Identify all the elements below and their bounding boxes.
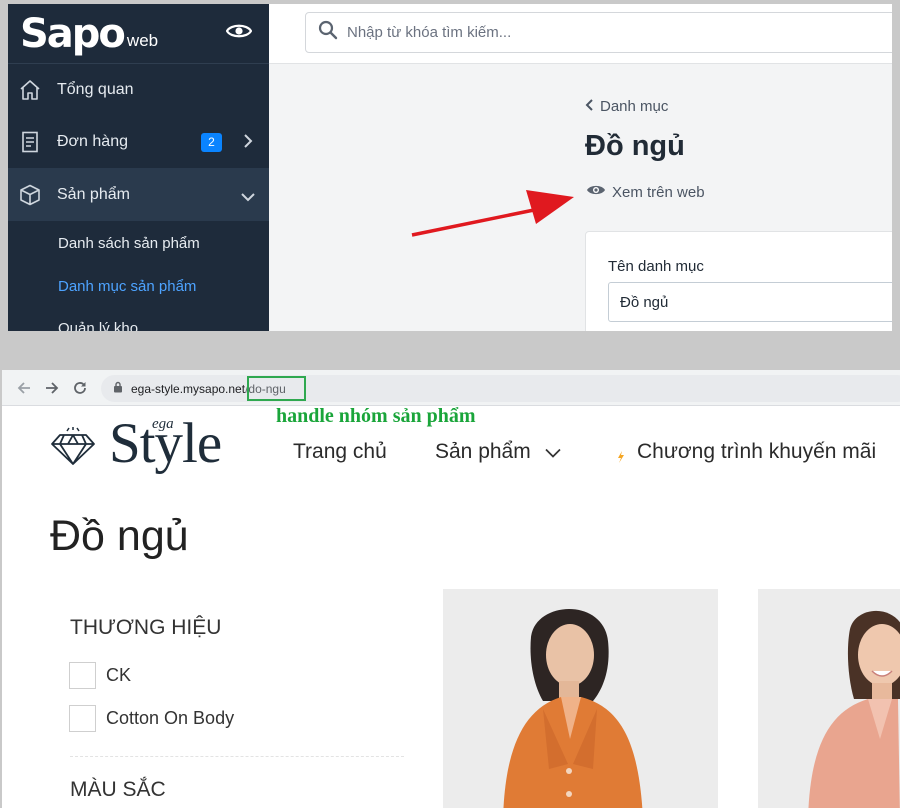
sidebar-item-orders[interactable]: Đơn hàng 2 <box>8 116 269 168</box>
address-bar[interactable]: ega-style.mysapo.net/do-ngu <box>101 375 900 402</box>
menu-products[interactable]: Sản phẩm <box>435 440 561 464</box>
breadcrumb[interactable]: Danh mục <box>585 98 668 115</box>
sidebar-item-label: Sản phẩm <box>57 185 130 203</box>
product-photo-model-pink <box>758 589 900 808</box>
receipt-icon <box>18 130 42 154</box>
lightning-icon <box>616 450 626 469</box>
color-filter-heading: MÀU SẮC <box>70 778 166 801</box>
menu-home[interactable]: Trang chủ <box>293 440 387 464</box>
eye-icon[interactable] <box>225 22 253 45</box>
sidebar-item-overview[interactable]: Tổng quan <box>8 64 269 116</box>
brand-option[interactable]: CK <box>69 662 131 689</box>
category-name-input[interactable] <box>608 282 892 322</box>
handle-highlight-box <box>247 376 306 401</box>
forward-arrow-icon[interactable] <box>42 378 62 398</box>
sidebar-item-label: Tổng quan <box>57 81 134 98</box>
box-icon <box>18 183 42 207</box>
product-image[interactable] <box>758 589 900 808</box>
logo-main-text: Sapo <box>20 10 126 57</box>
view-on-web-link[interactable]: Xem trên web <box>586 183 705 201</box>
order-count-badge: 2 <box>201 132 222 152</box>
product-photo-model-orange <box>443 589 718 808</box>
breadcrumb-label: Danh mục <box>600 98 669 115</box>
filter-divider <box>70 756 404 757</box>
product-image[interactable] <box>443 589 718 808</box>
diamond-icon <box>50 427 96 472</box>
logo-sub-text: web <box>126 30 159 50</box>
search-input[interactable] <box>347 24 747 41</box>
sapo-logo[interactable]: Sapo web <box>20 11 158 57</box>
storefront-panel: ega-style.mysapo.net/do-ngu handle nhóm … <box>2 370 900 808</box>
eye-icon <box>586 183 606 201</box>
sidebar-item-products[interactable]: Sản phẩm <box>8 168 269 221</box>
category-name-label: Tên danh mục <box>608 258 704 275</box>
browser-toolbar: ega-style.mysapo.net/do-ngu <box>2 370 900 406</box>
chevron-left-icon <box>585 98 593 115</box>
sapo-admin-panel: Sapo web Tổng quan Đơn hàng 2 Sản phẩm D… <box>8 4 892 331</box>
logo-ega-text: ega <box>152 416 174 432</box>
sidebar-subitem-product-list[interactable]: Danh sách sản phẩm <box>58 235 200 252</box>
lock-icon <box>113 381 123 396</box>
search-icon <box>318 20 338 45</box>
checkbox[interactable] <box>69 662 96 689</box>
sidebar-header: Sapo web <box>8 4 269 64</box>
brand-option-label: Cotton On Body <box>106 708 235 728</box>
brand-filter-heading: THƯƠNG HIỆU <box>70 616 222 639</box>
chevron-down-icon <box>241 189 255 207</box>
reload-icon[interactable] <box>70 378 90 398</box>
chevron-down-icon <box>545 440 561 464</box>
brand-option[interactable]: Cotton On Body <box>69 705 234 732</box>
url-host: ega-style.mysapo.net <box>131 381 246 396</box>
menu-promotions[interactable]: Chương trình khuyến mãi <box>637 440 876 464</box>
sidebar-subitem-inventory[interactable]: Quản lý kho <box>58 320 138 331</box>
chevron-right-icon <box>243 134 253 153</box>
sidebar-subitem-product-categories[interactable]: Danh mục sản phẩm <box>58 278 196 295</box>
handle-annotation-label: handle nhóm sản phẩm <box>276 405 476 427</box>
checkbox[interactable] <box>69 705 96 732</box>
sidebar-item-label: Đơn hàng <box>57 133 128 150</box>
brand-option-label: CK <box>106 665 132 685</box>
store-logo[interactable]: Style ega <box>50 415 222 472</box>
back-arrow-icon[interactable] <box>14 378 34 398</box>
annotation-arrow <box>411 190 574 237</box>
page-title: Đồ ngủ <box>585 130 685 162</box>
home-icon <box>18 78 42 102</box>
category-card: Tên danh mục <box>585 231 892 331</box>
menu-products-label: Sản phẩm <box>435 440 531 463</box>
sidebar: Sapo web Tổng quan Đơn hàng 2 Sản phẩm D… <box>8 4 269 331</box>
collection-title: Đồ ngủ <box>50 512 189 560</box>
search-box[interactable] <box>305 12 892 53</box>
view-on-web-label: Xem trên web <box>612 183 705 201</box>
